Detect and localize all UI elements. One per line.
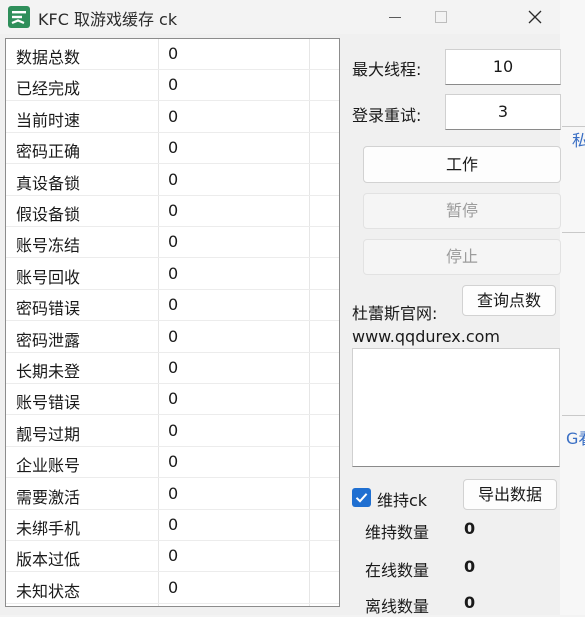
row-label: 数据总数 bbox=[16, 48, 81, 67]
table-row[interactable]: 已经完成 0 bbox=[6, 70, 339, 102]
background-window bbox=[560, 0, 585, 615]
maintain-count-value: 0 bbox=[464, 519, 476, 538]
row-value: 0 bbox=[168, 358, 179, 377]
table-row[interactable]: 版本过低 0 bbox=[6, 541, 339, 573]
login-retry-input[interactable]: 3 bbox=[445, 94, 561, 130]
table-row[interactable]: 密码泄露 0 bbox=[6, 322, 339, 353]
app-window: KFC 取游戏缓存 ck 数据总数 0 已经完成 0 当前时速 0 密码正确 0 真设备锁 0 假设… bbox=[0, 0, 561, 616]
background-text-fragment: G看 bbox=[566, 429, 585, 448]
minimize-button[interactable] bbox=[372, 0, 418, 34]
table-row[interactable]: 密码错误 0 bbox=[6, 290, 339, 322]
background-text-fragment: 私 bbox=[572, 131, 585, 150]
query-points-button[interactable]: 查询点数 bbox=[462, 285, 556, 316]
app-logo-icon bbox=[8, 6, 30, 28]
row-label: 长期未登 bbox=[16, 362, 81, 381]
window-title: KFC 取游戏缓存 ck bbox=[38, 10, 178, 29]
site-url[interactable]: www.qqdurex.com bbox=[352, 327, 500, 346]
table-row[interactable]: 账号冻结 0 bbox=[6, 227, 339, 259]
pause-button[interactable]: 暂停 bbox=[363, 193, 561, 229]
row-label: 已经完成 bbox=[16, 79, 81, 99]
row-label: 密码错误 bbox=[16, 299, 81, 319]
row-value: 0 bbox=[168, 75, 179, 95]
site-label: 杜蕾斯官网: bbox=[352, 304, 438, 323]
maintain-count-label: 维持数量 bbox=[365, 523, 430, 542]
row-label: 当前时速 bbox=[16, 110, 81, 130]
stop-button[interactable]: 停止 bbox=[363, 239, 561, 275]
row-label: 企业账号 bbox=[16, 456, 81, 476]
table-row[interactable]: 未知状态 0 bbox=[6, 573, 339, 604]
row-value: 0 bbox=[168, 201, 179, 220]
title-bar: KFC 取游戏缓存 ck bbox=[0, 0, 560, 34]
table-row[interactable]: 假设备锁 0 bbox=[6, 196, 339, 227]
row-label: 账号回收 bbox=[16, 267, 81, 287]
row-value: 0 bbox=[168, 389, 179, 409]
table-row[interactable]: 数据总数 0 bbox=[6, 39, 339, 70]
table-row[interactable]: 未绑手机 0 bbox=[6, 510, 339, 541]
table-row[interactable]: 当前时速 0 bbox=[6, 102, 339, 133]
table-row[interactable]: 真设备锁 0 bbox=[6, 165, 339, 196]
close-icon bbox=[528, 10, 542, 24]
row-label: 版本过低 bbox=[16, 550, 81, 570]
row-value: 0 bbox=[168, 483, 179, 503]
max-threads-input[interactable]: 10 bbox=[445, 49, 561, 85]
keep-alive-checkbox[interactable] bbox=[352, 488, 371, 507]
background-divider bbox=[562, 415, 585, 416]
row-value: 0 bbox=[168, 44, 179, 63]
row-value: 0 bbox=[168, 295, 179, 315]
row-label: 未知状态 bbox=[16, 581, 81, 601]
row-value: 0 bbox=[168, 232, 179, 252]
offline-count-label: 离线数量 bbox=[365, 597, 430, 616]
table-row[interactable]: 账号错误 0 bbox=[6, 384, 339, 416]
row-label: 密码泄露 bbox=[16, 330, 81, 350]
login-retry-label: 登录重试: bbox=[352, 106, 422, 125]
row-value: 0 bbox=[168, 546, 179, 566]
maximize-icon bbox=[435, 11, 447, 23]
row-label: 账号冻结 bbox=[16, 236, 81, 256]
row-label: 账号错误 bbox=[16, 393, 81, 413]
row-value: 0 bbox=[168, 138, 179, 158]
row-value: 0 bbox=[168, 326, 179, 346]
row-label: 假设备锁 bbox=[16, 205, 81, 224]
row-value: 0 bbox=[168, 169, 179, 189]
row-value: 0 bbox=[168, 420, 179, 440]
table-row[interactable]: 需要激活 0 bbox=[6, 479, 339, 510]
checkmark-icon bbox=[355, 493, 368, 503]
minimize-icon bbox=[389, 16, 401, 18]
work-button[interactable]: 工作 bbox=[363, 146, 561, 183]
row-value: 0 bbox=[168, 263, 179, 283]
max-threads-label: 最大线程: bbox=[352, 60, 422, 79]
log-textarea[interactable] bbox=[352, 348, 560, 467]
row-label: 真设备锁 bbox=[16, 173, 81, 193]
row-value: 0 bbox=[168, 577, 179, 597]
row-value: 0 bbox=[168, 452, 179, 472]
export-data-button[interactable]: 导出数据 bbox=[463, 479, 557, 510]
stats-table[interactable]: 数据总数 0 已经完成 0 当前时速 0 密码正确 0 真设备锁 0 假设备锁 0 账号冻结 0 账号回收 0… bbox=[5, 38, 340, 607]
row-value: 0 bbox=[168, 515, 179, 534]
table-row[interactable]: 靓号过期 0 bbox=[6, 416, 339, 447]
offline-count-value: 0 bbox=[464, 593, 476, 612]
online-count-value: 0 bbox=[464, 557, 476, 576]
background-divider bbox=[562, 232, 585, 233]
row-label: 需要激活 bbox=[16, 487, 81, 507]
row-label: 未绑手机 bbox=[16, 519, 81, 538]
keep-alive-label[interactable]: 维持ck bbox=[377, 487, 427, 511]
row-label: 靓号过期 bbox=[16, 424, 81, 444]
row-value: 0 bbox=[168, 106, 179, 126]
online-count-label: 在线数量 bbox=[365, 561, 430, 580]
maximize-button[interactable] bbox=[418, 0, 464, 34]
table-row[interactable]: 企业账号 0 bbox=[6, 447, 339, 479]
table-row[interactable]: 密码正确 0 bbox=[6, 133, 339, 165]
table-row[interactable]: 长期未登 0 bbox=[6, 353, 339, 384]
close-button[interactable] bbox=[512, 0, 558, 34]
table-row[interactable]: 账号回收 0 bbox=[6, 259, 339, 290]
row-label: 密码正确 bbox=[16, 142, 81, 162]
